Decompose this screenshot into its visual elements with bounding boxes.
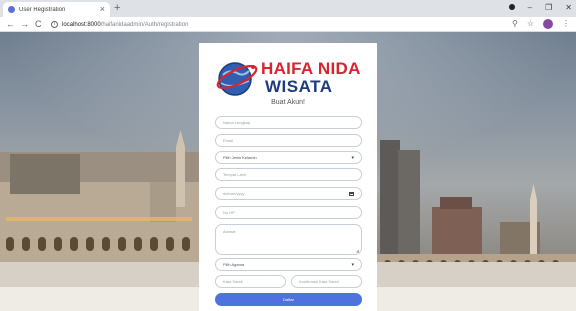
url-host: localhost:8000 xyxy=(62,21,101,28)
tempat-lahir-input[interactable]: Tempat Lahir xyxy=(215,168,362,181)
browser-tab[interactable]: User Registration × xyxy=(3,2,110,17)
logo-line2: WISATA xyxy=(265,77,333,96)
forward-button[interactable]: → xyxy=(20,18,29,30)
minimize-button[interactable]: – xyxy=(528,2,532,14)
no-hp-input[interactable]: No HP xyxy=(215,206,362,219)
star-icon[interactable]: ☆ xyxy=(527,18,534,30)
window-controls: – ❐ ✕ xyxy=(508,2,572,14)
profile-avatar[interactable]: N xyxy=(543,19,553,29)
registration-card: HAIFA NIDA WISATA Buat Akun! Nama Lengka… xyxy=(199,43,377,311)
chevron-down-icon: ▾ xyxy=(351,261,354,268)
menu-icon[interactable]: ⋮ xyxy=(562,18,570,30)
nama-lengkap-input[interactable]: Nama Lengkap xyxy=(215,116,362,129)
password-input[interactable]: Kata Sandi xyxy=(215,275,286,288)
no-hp-placeholder: No HP xyxy=(223,210,235,215)
daftar-button[interactable]: Daftar xyxy=(215,293,362,306)
logo: HAIFA NIDA WISATA xyxy=(215,57,365,101)
close-window-button[interactable]: ✕ xyxy=(565,2,572,14)
tanggal-lahir-placeholder: dd/mm/yyyy xyxy=(223,191,245,196)
tab-title: User Registration xyxy=(19,6,66,13)
new-tab-button[interactable]: + xyxy=(114,2,120,15)
nama-lengkap-placeholder: Nama Lengkap xyxy=(223,120,251,125)
agama-value: Pilih Agama xyxy=(223,262,245,267)
confirm-password-placeholder: Konfirmasi Kata Sandi xyxy=(299,279,339,284)
zoom-icon[interactable]: ⚲ xyxy=(512,18,518,30)
maximize-button[interactable]: ❐ xyxy=(545,2,552,14)
favicon-icon xyxy=(8,6,15,13)
tab-close-icon[interactable]: × xyxy=(100,5,105,14)
url-path: /haifanidaadmin/Auth/registration xyxy=(100,21,189,28)
agama-select[interactable]: Pilih Agama ▾ xyxy=(215,258,362,271)
browser-toolbar: ← → C i localhost:8000/haifanidaadmin/Au… xyxy=(0,17,576,32)
password-placeholder: Kata Sandi xyxy=(223,279,243,284)
email-placeholder: Email xyxy=(223,138,234,143)
tanggal-lahir-input[interactable]: dd/mm/yyyy xyxy=(215,187,362,200)
form-subtitle: Buat Akun! xyxy=(271,99,305,106)
profile-dot-icon[interactable] xyxy=(508,2,515,14)
info-icon[interactable]: i xyxy=(51,21,58,28)
jenis-kelamin-select[interactable]: Pilih Jenis Kelamin ▾ xyxy=(215,151,362,164)
toolbar-actions: ⚲ ☆ N ⋮ xyxy=(512,18,570,30)
email-input[interactable]: Email xyxy=(215,134,362,147)
reload-button[interactable]: C xyxy=(35,18,42,30)
address-bar[interactable]: i localhost:8000/haifanidaadmin/Auth/reg… xyxy=(51,19,513,30)
calendar-icon[interactable] xyxy=(349,191,354,196)
alamat-textarea[interactable]: Alamat ◢ xyxy=(215,224,362,255)
resize-grip-icon[interactable]: ◢ xyxy=(356,248,359,253)
back-button[interactable]: ← xyxy=(6,18,15,30)
chevron-down-icon: ▾ xyxy=(351,154,354,161)
globe-logo-icon xyxy=(216,62,258,96)
logo-line1: HAIFA NIDA xyxy=(261,59,361,78)
tab-strip: User Registration × + – ❐ ✕ xyxy=(0,0,576,17)
jenis-kelamin-value: Pilih Jenis Kelamin xyxy=(223,155,257,160)
confirm-password-input[interactable]: Konfirmasi Kata Sandi xyxy=(291,275,362,288)
alamat-placeholder: Alamat xyxy=(223,229,236,234)
tempat-lahir-placeholder: Tempat Lahir xyxy=(223,172,247,177)
